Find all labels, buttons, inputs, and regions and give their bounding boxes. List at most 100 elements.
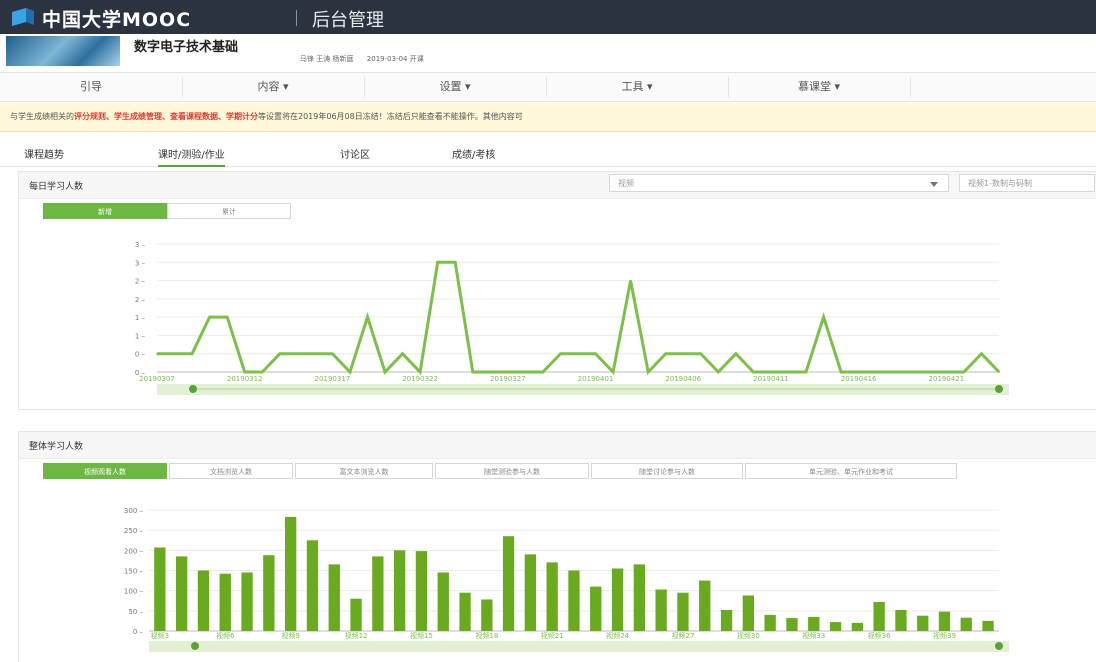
data-point <box>524 371 527 373</box>
y-tick-label: 50 – <box>128 608 143 616</box>
zoom-slider-left-handle <box>189 385 197 393</box>
course-title: 数字电子技术基础 <box>134 40 239 55</box>
menu-item-settings[interactable]: 设置 ▾ <box>364 73 546 101</box>
bar <box>960 617 972 631</box>
zoom-slider-right-handle <box>995 642 1003 650</box>
bar <box>742 595 754 631</box>
data-point <box>577 352 579 355</box>
bar <box>415 551 428 631</box>
data-point <box>840 371 842 373</box>
bar <box>720 610 733 631</box>
x-tick-label: 视频6 <box>216 631 235 640</box>
tab-discussion[interactable]: 讨论区 <box>340 146 370 161</box>
course-meta: 马锋 王涛 杨新庭 2019-03-04 开课 <box>300 55 424 63</box>
y-tick-label: 3 – <box>135 259 146 267</box>
x-tick-label: 视频18 <box>475 631 498 640</box>
y-tick-label: 0 – <box>135 351 146 359</box>
x-tick-label: 视频24 <box>606 631 629 640</box>
bar <box>350 598 362 631</box>
data-point <box>208 316 211 318</box>
data-point <box>664 352 667 355</box>
data-point <box>945 371 948 373</box>
data-point <box>436 261 439 264</box>
data-point <box>349 371 351 373</box>
data-point <box>682 352 685 355</box>
brand-name[interactable]: 中国大学MOOC <box>42 5 191 32</box>
bar <box>590 586 602 631</box>
menu-divider <box>910 77 911 97</box>
bar <box>263 555 275 631</box>
bar <box>786 618 798 631</box>
data-point <box>805 371 807 373</box>
bar <box>829 622 842 631</box>
y-tick-label: 200 – <box>124 547 144 555</box>
analytics-tabs: 课程趋势 课时/测验/作业 讨论区 成绩/考核 <box>0 140 1096 167</box>
data-point <box>296 352 299 355</box>
notice-link-score-management[interactable]: 学生成绩管理、 <box>114 112 170 121</box>
bar <box>241 572 253 631</box>
menu-item-classroom[interactable]: 慕课堂 ▾ <box>728 73 910 101</box>
admin-section-title: 后台管理 <box>312 10 384 31</box>
data-point <box>752 371 755 373</box>
tab-lessons-quizzes[interactable]: 课时/测验/作业 <box>158 146 225 167</box>
data-point <box>875 371 878 373</box>
y-tick-label: 1 – <box>135 332 146 340</box>
x-tick-label: 20190307 <box>139 375 175 383</box>
menu-item-tools[interactable]: 工具 ▾ <box>546 73 728 101</box>
y-tick-label: 2 – <box>135 296 146 304</box>
x-tick-label: 视频12 <box>345 631 368 640</box>
data-point <box>366 316 369 318</box>
x-tick-label: 视频27 <box>672 631 695 640</box>
menu-item-content[interactable]: 内容 ▾ <box>182 73 364 101</box>
bar <box>459 592 471 631</box>
bar <box>219 573 231 631</box>
y-tick-label: 250 – <box>124 527 144 535</box>
bar <box>764 614 776 631</box>
data-point <box>928 371 930 373</box>
notice-link-term-scoring[interactable]: 学期计分 <box>226 112 258 121</box>
tab-grades[interactable]: 成绩/考核 <box>452 146 495 161</box>
x-tick-label: 20190322 <box>402 375 438 383</box>
data-point <box>156 352 158 355</box>
bar <box>524 554 536 631</box>
data-point <box>998 371 1000 373</box>
course-cover-image <box>6 36 120 66</box>
zoom-slider-right-handle <box>995 385 1003 393</box>
data-point <box>963 371 965 373</box>
bar <box>699 580 711 631</box>
bar <box>481 599 493 631</box>
data-point <box>173 352 176 355</box>
bar <box>677 592 689 631</box>
daily-learners-line-chart: 0 –0 –1 –1 –2 –2 –3 –3 –20190307 20190312… <box>135 241 1009 395</box>
data-point <box>419 371 421 373</box>
bar <box>655 589 667 631</box>
menu-item-guide[interactable]: 引导 <box>0 73 182 101</box>
x-tick-label: 20190411 <box>753 375 789 383</box>
freeze-notice: 与学生成绩相关的评分规则、学生成绩管理、查看课程数据、学期计分等设置将在2019… <box>0 103 1096 132</box>
data-point <box>892 371 895 373</box>
data-point <box>243 371 246 373</box>
data-point <box>314 352 316 355</box>
x-tick-label: 视频30 <box>737 631 760 640</box>
notice-link-course-data[interactable]: 查看课程数据、 <box>170 112 226 121</box>
y-tick-label: 3 – <box>135 241 146 249</box>
data-point <box>384 371 386 373</box>
bar <box>611 568 624 631</box>
y-tick-label: 100 – <box>124 588 144 596</box>
tab-course-trend[interactable]: 课程趋势 <box>24 146 64 161</box>
data-point <box>331 352 334 355</box>
bar <box>394 550 406 631</box>
data-point <box>191 352 193 355</box>
bar <box>982 620 994 631</box>
x-tick-label: 20190421 <box>929 375 965 383</box>
data-point <box>594 352 597 355</box>
mooc-logo-icon <box>12 8 34 26</box>
data-point <box>401 352 404 355</box>
y-tick-label: 300 – <box>124 507 144 515</box>
data-point <box>735 352 737 355</box>
daily-learners-panel: 每日学习人数 视频 视频1-数制与码制 新增 累计 0 –0 –1 –1 –2 … <box>18 171 1096 410</box>
y-tick-label: 150 – <box>124 568 144 576</box>
notice-link-grading-rules[interactable]: 评分规则、 <box>74 112 114 121</box>
data-point <box>226 316 228 318</box>
bar <box>285 516 297 631</box>
